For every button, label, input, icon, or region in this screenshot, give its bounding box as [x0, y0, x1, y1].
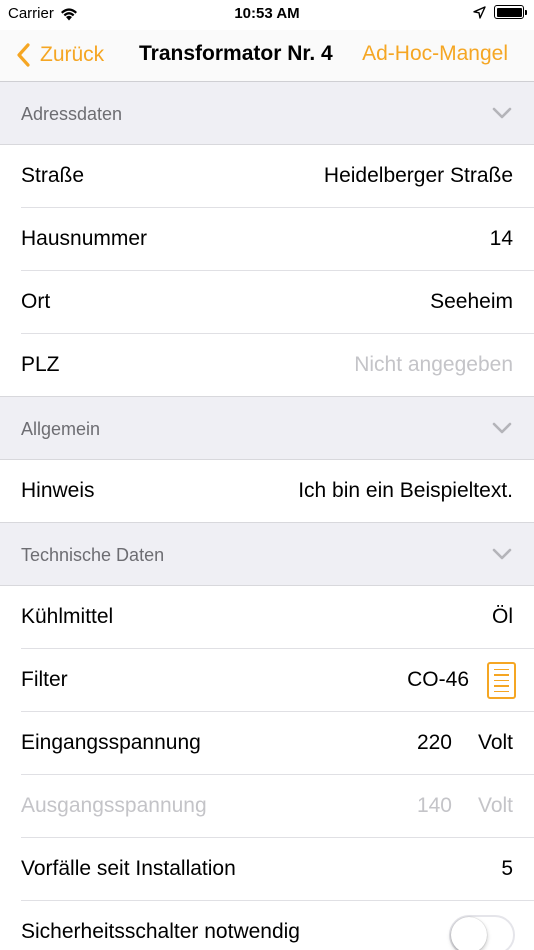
section-header-technical[interactable]: Technische Daten [0, 523, 534, 586]
page-title: Transformator Nr. 4 [139, 42, 333, 65]
navigation-bar: Zurück Transformator Nr. 4 Ad-Hoc-Mangel [0, 30, 534, 82]
section-header-address[interactable]: Adressdaten [0, 82, 534, 145]
back-button[interactable]: Zurück [14, 40, 104, 70]
row-city[interactable]: Ort Seeheim [0, 271, 534, 334]
section-title: Adressdaten [21, 104, 123, 124]
row-label: Straße [21, 164, 85, 187]
row-value: 220 [416, 731, 452, 754]
row-unit: Volt [477, 794, 513, 817]
row-coolant[interactable]: Kühlmittel Öl [0, 586, 534, 649]
row-value: Heidelberger Straße [323, 164, 513, 187]
row-value: Öl [492, 605, 513, 628]
row-input-voltage[interactable]: Eingangsspannung 220 Volt [0, 712, 534, 775]
safety-switch-toggle[interactable] [449, 915, 515, 950]
section-header-general[interactable]: Allgemein [0, 397, 534, 460]
row-unit: Volt [477, 731, 513, 754]
chevron-down-icon [492, 548, 512, 560]
section-title: Allgemein [21, 419, 101, 439]
battery-fill [496, 7, 522, 17]
row-street[interactable]: Straße Heidelberger Straße [0, 145, 534, 208]
row-incidents[interactable]: Vorfälle seit Installation 5 [0, 838, 534, 901]
row-value-placeholder: Nicht angegeben [354, 353, 513, 376]
battery-icon [494, 5, 527, 19]
row-label: Ausgangsspannung [21, 794, 207, 817]
row-value: CO-46 [407, 668, 469, 691]
back-button-label: Zurück [40, 43, 105, 66]
row-label: Eingangsspannung [21, 731, 201, 754]
row-output-voltage: Ausgangsspannung 140 Volt [0, 775, 534, 838]
row-label: PLZ [21, 353, 60, 376]
chevron-down-icon [492, 107, 512, 119]
row-value: 5 [501, 857, 513, 880]
row-note[interactable]: Hinweis Ich bin ein Beispieltext. [0, 460, 534, 523]
row-label: Ort [21, 290, 51, 313]
form-content: Adressdaten Straße Heidelberger Straße H… [0, 82, 534, 950]
row-filter[interactable]: Filter CO-46 [0, 649, 534, 712]
location-arrow-icon [473, 5, 486, 19]
status-right [473, 5, 527, 19]
ad-hoc-defect-button[interactable]: Ad-Hoc-Mangel [362, 42, 508, 66]
row-label: Hinweis [21, 479, 95, 502]
row-value: 14 [489, 227, 513, 250]
list-icon[interactable] [487, 662, 516, 699]
row-safety-switch: Sicherheitsschalter notwendig [0, 901, 534, 950]
section-title: Technische Daten [21, 545, 165, 565]
row-label: Hausnummer [21, 227, 148, 250]
toggle-knob [451, 917, 487, 950]
row-label: Vorfälle seit Installation [21, 857, 236, 880]
row-label: Filter [21, 668, 68, 691]
status-bar: Carrier 10:53 AM [0, 0, 534, 30]
row-house-number[interactable]: Hausnummer 14 [0, 208, 534, 271]
row-value: Ich bin ein Beispieltext. [298, 479, 513, 502]
chevron-left-icon [17, 43, 30, 67]
chevron-down-icon [492, 422, 512, 434]
row-value: 140 [416, 794, 452, 817]
row-postal-code[interactable]: PLZ Nicht angegeben [0, 334, 534, 397]
row-value: Seeheim [430, 290, 513, 313]
row-label: Sicherheitsschalter notwendig [21, 920, 300, 943]
row-label: Kühlmittel [21, 605, 114, 628]
status-time: 10:53 AM [234, 5, 300, 22]
